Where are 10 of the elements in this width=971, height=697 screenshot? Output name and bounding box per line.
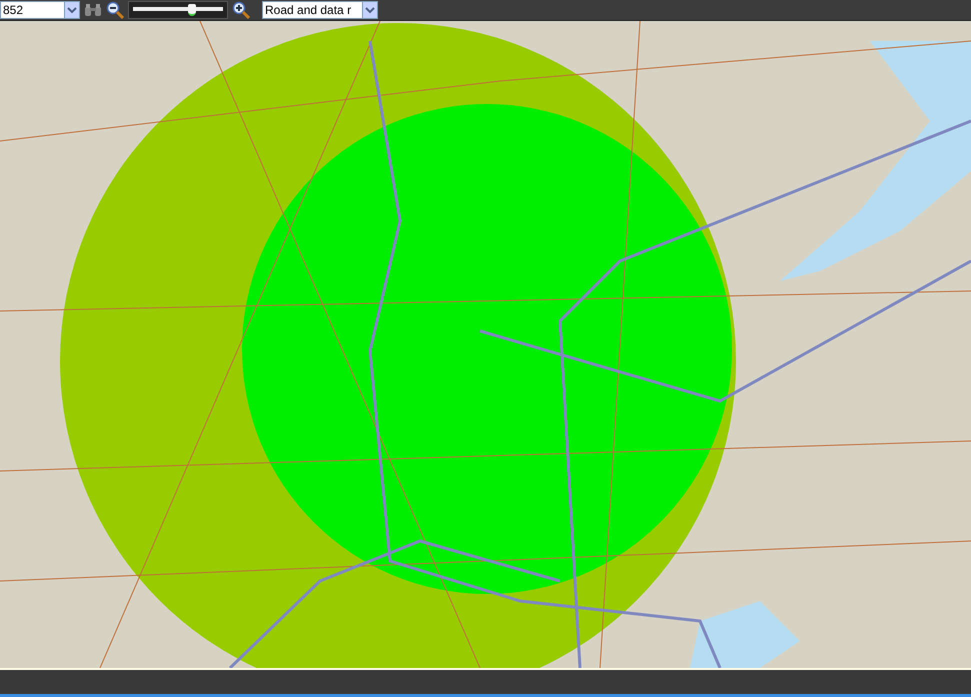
location-field[interactable]: 852 <box>0 1 64 19</box>
zoom-out-icon[interactable] <box>106 1 124 19</box>
dropdown-button[interactable] <box>64 1 80 19</box>
chevron-down-icon <box>365 6 375 14</box>
chevron-down-icon <box>67 6 77 14</box>
zoom-slider[interactable] <box>128 1 228 19</box>
zoom-in-icon[interactable] <box>232 1 250 19</box>
dropdown-button[interactable] <box>362 1 378 19</box>
binoculars-icon[interactable] <box>84 3 102 17</box>
map-style-field[interactable]: Road and data r <box>262 1 362 19</box>
